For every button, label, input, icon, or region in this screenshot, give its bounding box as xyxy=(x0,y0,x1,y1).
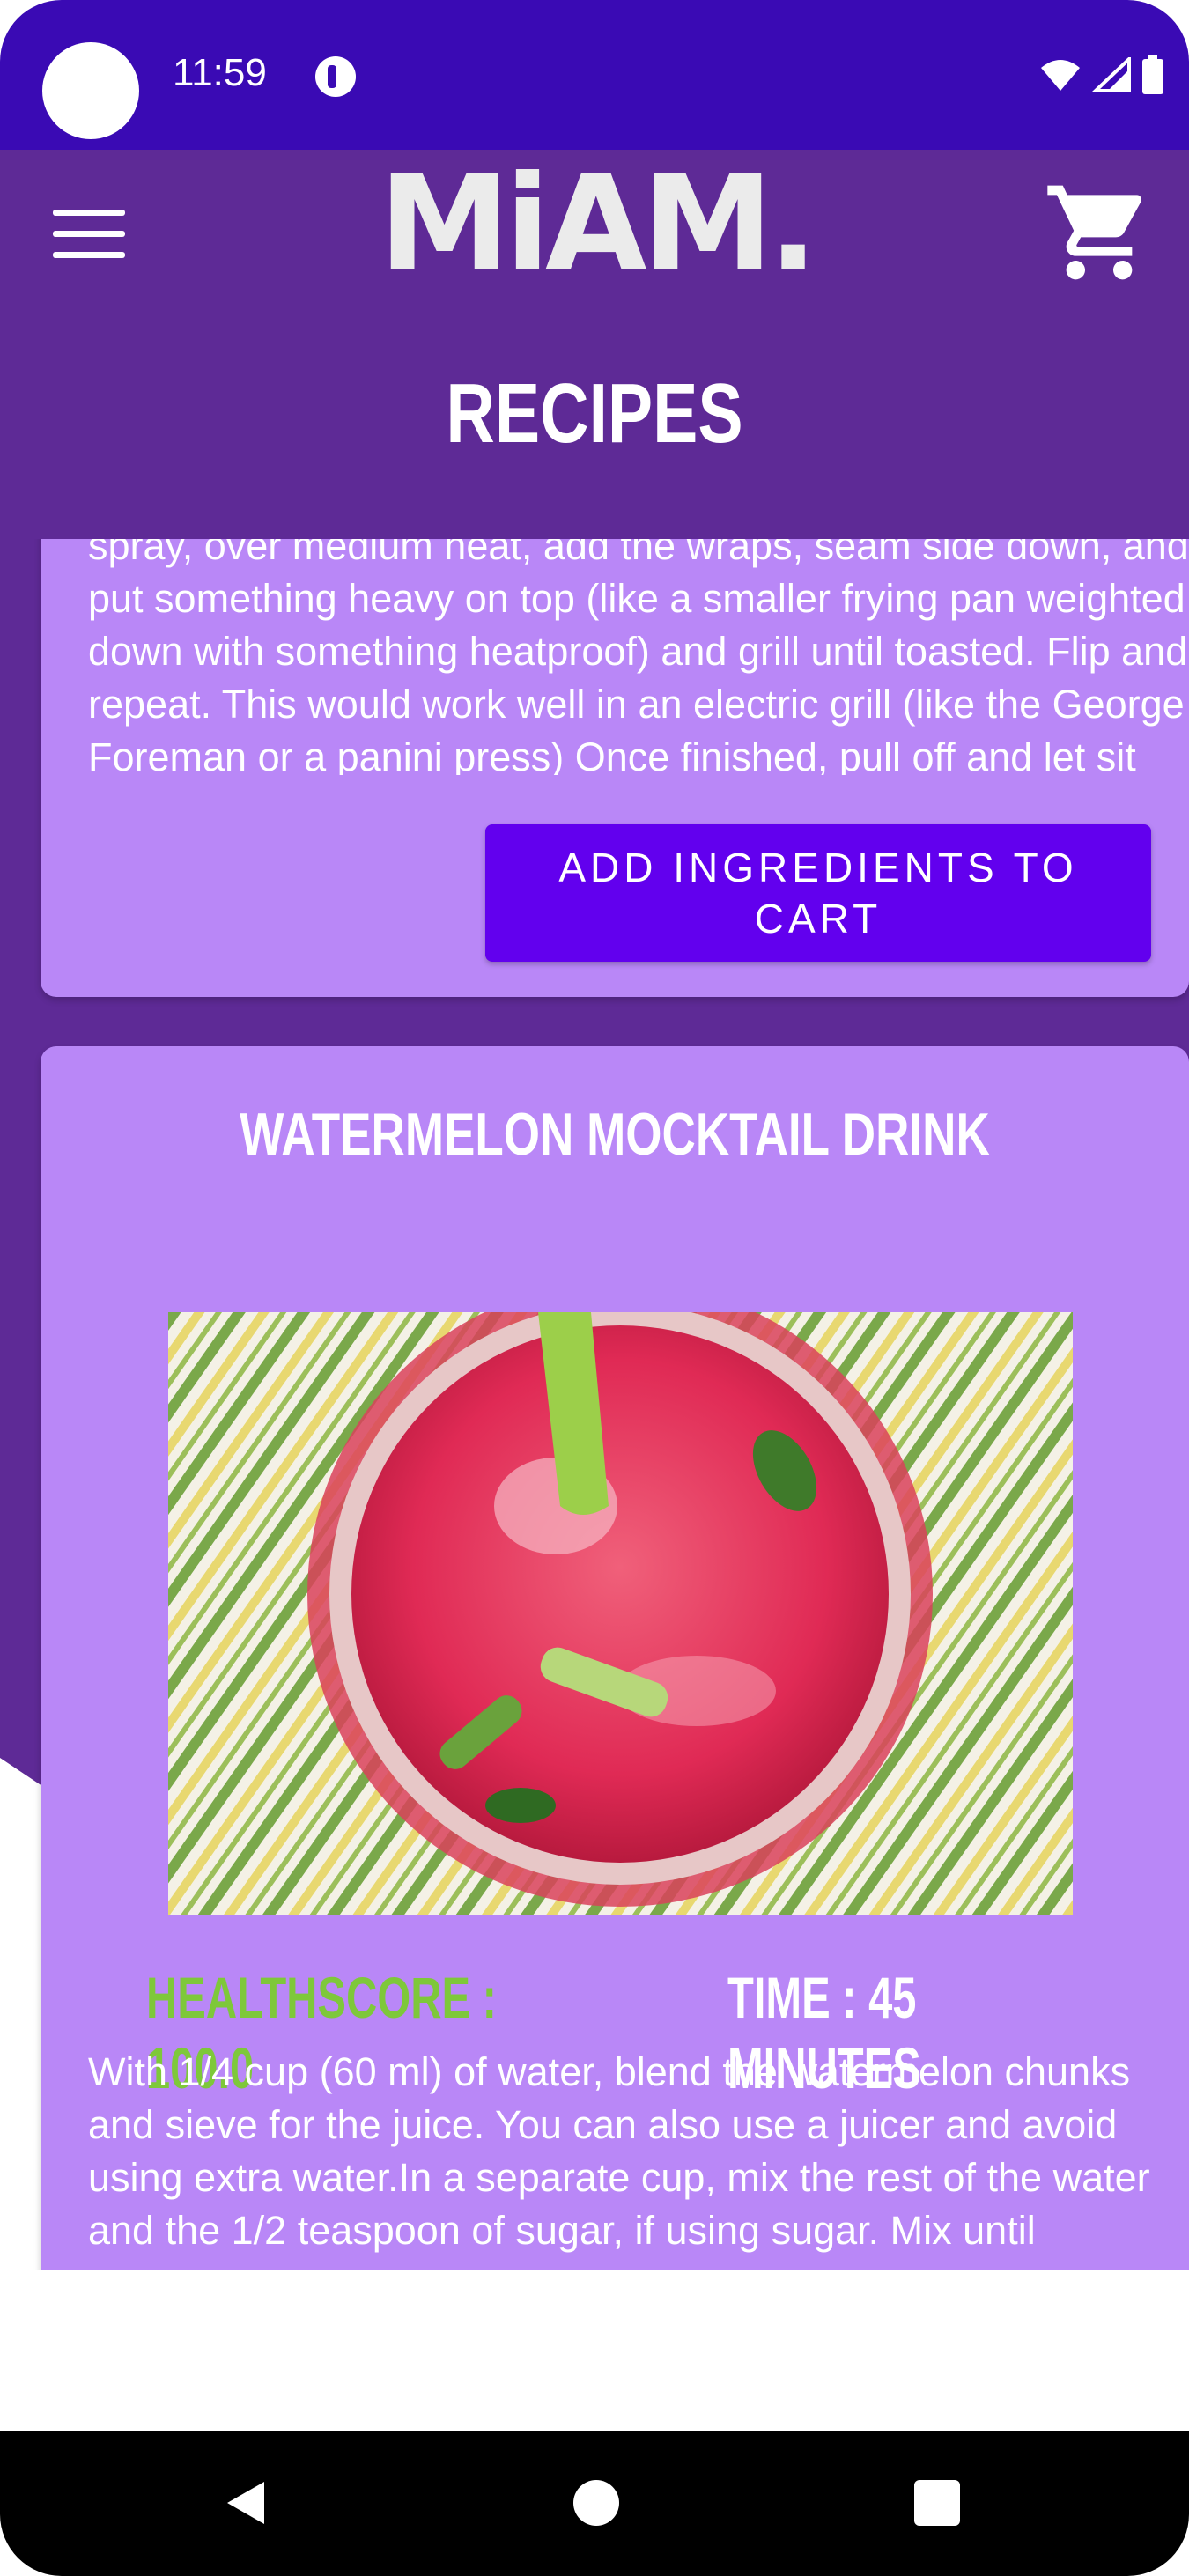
add-ingredients-to-cart-button[interactable]: ADD INGREDIENTS TO CART xyxy=(485,824,1151,962)
battery-icon xyxy=(1142,55,1163,94)
healthscore-label: HEALTHSCORE : 100.0 xyxy=(146,1965,497,2100)
status-time: 11:59 xyxy=(173,51,267,94)
recipe-instructions: spray, over medium heat, add the wraps, … xyxy=(88,523,1189,775)
recents-square-icon[interactable] xyxy=(914,2480,960,2526)
home-circle-icon[interactable] xyxy=(573,2480,619,2526)
bottom-blank-area xyxy=(0,2270,1189,2431)
notification-icon xyxy=(315,56,356,97)
recipe-card: spray, over medium heat, add the wraps, … xyxy=(41,493,1189,997)
watermelon-mocktail-photo xyxy=(168,1312,1073,1915)
recipe-title: WATERMELON MOCKTAIL DRINK xyxy=(240,1101,990,1168)
app-logo-text: MiAM. xyxy=(379,148,818,301)
status-icons xyxy=(1039,53,1164,97)
recipe-instructions: With 1/4 cup (60 ml) of water, blend the… xyxy=(88,2049,1150,2253)
recipe-card[interactable]: WATERMELON MOCKTAIL DRINK HEALTHSCORE: … xyxy=(41,1046,1189,2297)
wifi-icon xyxy=(1041,60,1080,91)
page-title: RECIPES xyxy=(446,366,743,461)
signal-icon xyxy=(1092,57,1131,92)
hamburger-menu-icon[interactable] xyxy=(53,210,125,262)
cart-icon[interactable] xyxy=(1043,176,1156,289)
back-triangle-icon[interactable] xyxy=(222,2476,275,2529)
camera-cutout xyxy=(42,42,139,139)
time-label: TIME : 45 MINUTES xyxy=(727,1965,921,2100)
recipe-image xyxy=(168,1312,1073,1915)
status-bar: 11:59 xyxy=(0,0,1189,150)
